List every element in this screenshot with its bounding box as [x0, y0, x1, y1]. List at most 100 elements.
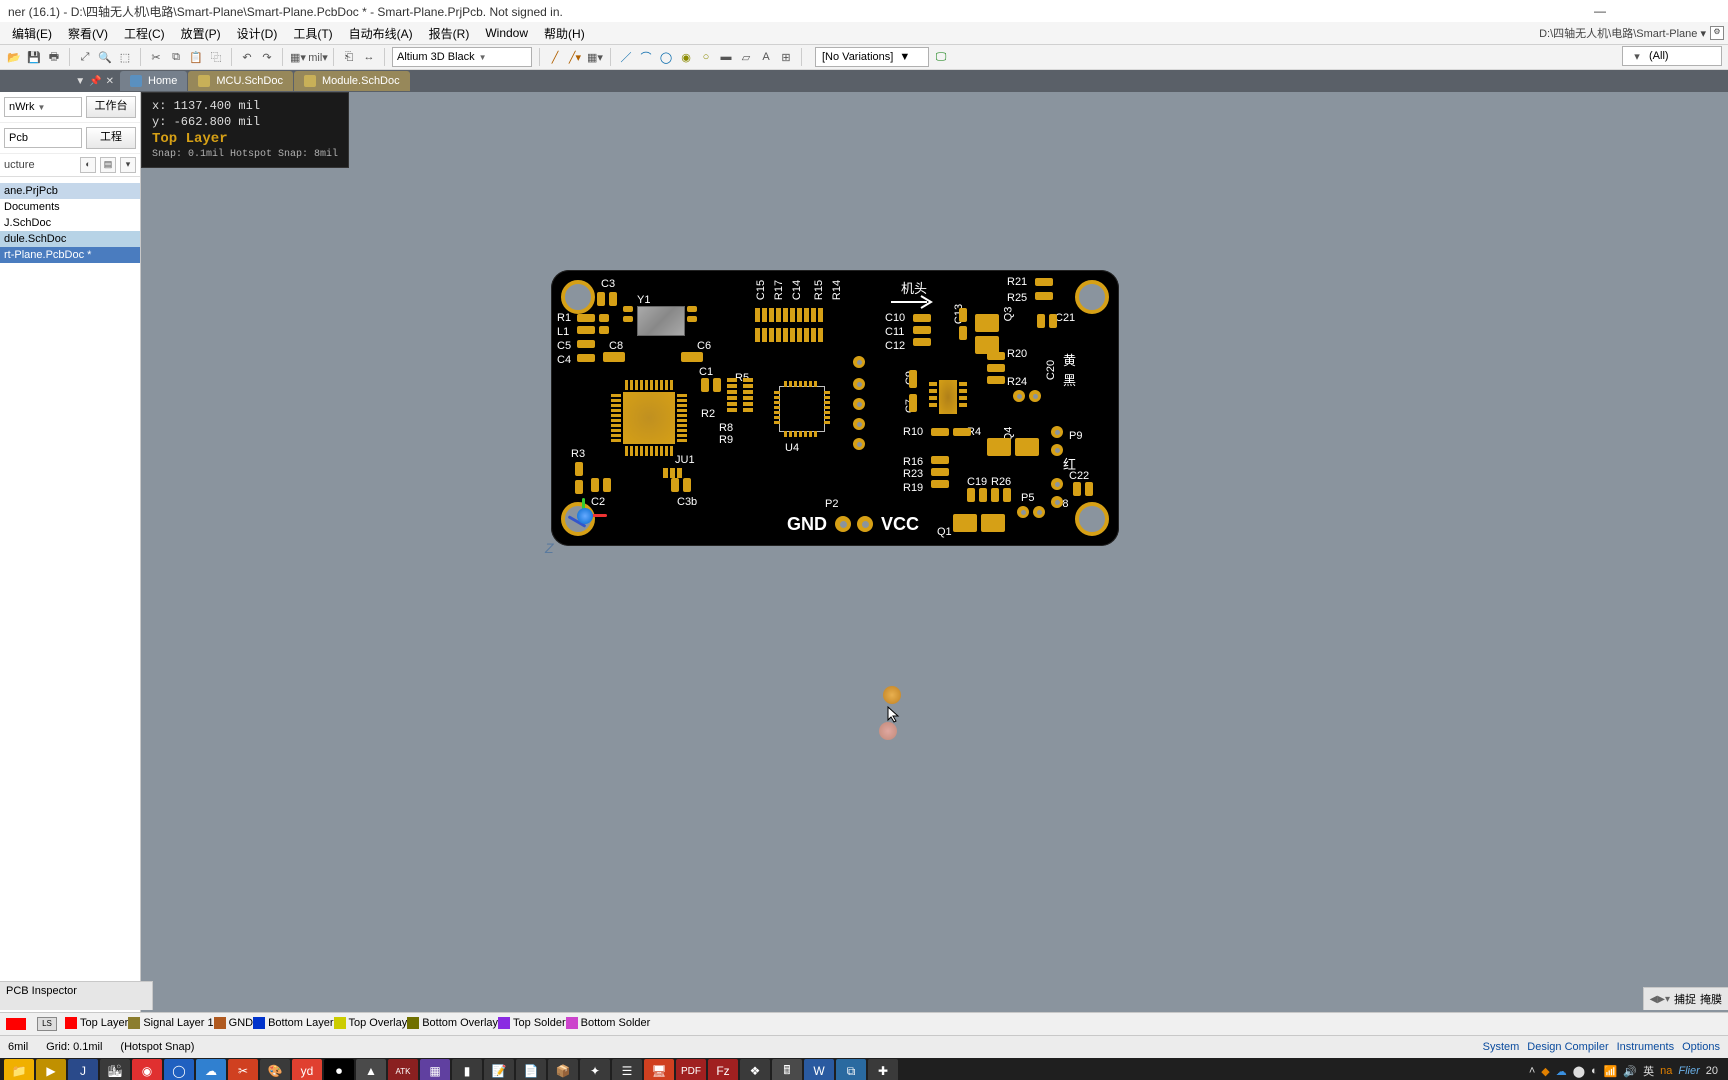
layer-tab-bottom-overlay[interactable]: Bottom Overlay	[407, 1017, 498, 1029]
snap-panel-tab[interactable]: 捕捉	[1674, 991, 1696, 1007]
project-button[interactable]: 工程	[86, 127, 136, 149]
taskbar-app-purple[interactable]: ▦	[420, 1059, 450, 1080]
taskbar-app-vscode[interactable]: ⧉	[836, 1059, 866, 1080]
place-component-icon[interactable]: ⊞	[778, 49, 794, 65]
redo-icon[interactable]: ↷	[259, 49, 275, 65]
menu-window[interactable]: Window	[477, 24, 536, 42]
route-diff-icon[interactable]: ╱▾	[567, 49, 583, 65]
menu-tools[interactable]: 工具(T)	[285, 23, 340, 44]
tree-item-documents[interactable]: Documents	[0, 199, 140, 215]
menu-edit[interactable]: 编辑(E)	[4, 23, 60, 44]
active-layer-swatch[interactable]	[6, 1018, 26, 1030]
taskbar-app-pkg[interactable]: 📦	[548, 1059, 578, 1080]
zoom-fit-icon[interactable]: ⤢	[77, 49, 93, 65]
variations-combo[interactable]: [No Variations]▼	[815, 47, 929, 67]
workspace-button[interactable]: 工作台	[86, 96, 136, 118]
tree-tool-2-icon[interactable]: ▤	[100, 157, 116, 173]
pin-nav-icon[interactable]: ◀▶▾	[1650, 994, 1670, 1005]
taskbar-app-misc[interactable]: ✚	[868, 1059, 898, 1080]
print-icon[interactable]: 🖶	[46, 49, 62, 65]
taskbar-app-jlink[interactable]: J	[68, 1059, 98, 1080]
tray-wifi-icon[interactable]: 📶	[1604, 1065, 1618, 1078]
tree-tool-1-icon[interactable]: ◐	[80, 157, 96, 173]
units-dropdown-icon[interactable]: mil▾	[310, 49, 326, 65]
place-arc-icon[interactable]: ⌒	[638, 49, 654, 65]
layer-set-button[interactable]: LS	[37, 1017, 57, 1031]
place-pad-icon[interactable]: ◉	[678, 49, 694, 65]
tree-item-pcb[interactable]: rt-Plane.PcbDoc *	[0, 247, 140, 263]
menu-project[interactable]: 工程(C)	[116, 23, 173, 44]
menu-autoroute[interactable]: 自动布线(A)	[341, 23, 421, 44]
layer-tab-signal-layer-1[interactable]: Signal Layer 1	[128, 1017, 213, 1029]
tray-app1-icon[interactable]: ◆	[1541, 1065, 1549, 1078]
grid-dropdown-icon[interactable]: ▦▾	[290, 49, 306, 65]
menu-help[interactable]: 帮助(H)	[536, 23, 593, 44]
taskbar-app-doc[interactable]: 📄	[516, 1059, 546, 1080]
taskbar-app-youdao[interactable]: yd	[292, 1059, 322, 1080]
dropdown-icon[interactable]: ▼	[75, 76, 85, 87]
monitor-icon[interactable]: 🖵	[933, 49, 949, 65]
mask-panel-tab[interactable]: 掩膜	[1700, 991, 1722, 1007]
layer-tab-top-layer[interactable]: Top Layer	[65, 1017, 128, 1029]
cut-icon[interactable]: ✂	[148, 49, 164, 65]
panel-system[interactable]: System	[1483, 1041, 1520, 1053]
place-poly-icon[interactable]: ▱	[738, 49, 754, 65]
pin-icon[interactable]: 📌	[89, 76, 101, 87]
tray-app2-icon[interactable]: ⬤	[1573, 1065, 1585, 1078]
zoom-area-icon[interactable]: 🔍	[97, 49, 113, 65]
save-icon[interactable]: 💾	[26, 49, 42, 65]
tray-cloud-icon[interactable]: ☁	[1556, 1065, 1567, 1078]
duplicate-icon[interactable]: ⿻	[208, 49, 224, 65]
layer-tab-gnd[interactable]: GND	[214, 1017, 253, 1029]
taskbar-app-record[interactable]: ⏺	[324, 1059, 354, 1080]
taskbar-app-calc[interactable]: 🖩	[772, 1059, 802, 1080]
tree-tool-dd-icon[interactable]: ▾	[120, 157, 136, 173]
taskbar-app-terminal[interactable]: ▮	[452, 1059, 482, 1080]
route-track-icon[interactable]: ╱	[547, 49, 563, 65]
open-icon[interactable]: 📂	[6, 49, 22, 65]
tray-ime[interactable]: 英	[1643, 1063, 1654, 1079]
align-dropdown-icon[interactable]: ▦▾	[587, 49, 603, 65]
tab-mcu-schdoc[interactable]: MCU.SchDoc	[188, 71, 293, 91]
view-mode-combo[interactable]: Altium 3D Black▼	[392, 47, 532, 67]
pcb-inspector-tab[interactable]: PCB Inspector	[0, 981, 153, 1010]
taskbar-app-paint[interactable]: 🎨	[260, 1059, 290, 1080]
taskbar-app-screenshot[interactable]: ✂	[228, 1059, 258, 1080]
system-tray[interactable]: ˄ ◆ ☁ ⬤ ◐ 📶 🔊 英 na Flier 20	[1529, 1063, 1724, 1079]
zoom-selected-icon[interactable]: ⬚	[117, 49, 133, 65]
taskbar-app-cloud[interactable]: ☁	[196, 1059, 226, 1080]
place-fill-icon[interactable]: ▬	[718, 49, 734, 65]
panel-instruments[interactable]: Instruments	[1617, 1041, 1674, 1053]
workspace-combo[interactable]: nWrk▼	[4, 97, 82, 117]
layer-tab-top-overlay[interactable]: Top Overlay	[334, 1017, 408, 1029]
minimize-button[interactable]: —	[1580, 0, 1620, 22]
tray-clock[interactable]: 20	[1706, 1065, 1718, 1077]
menu-reports[interactable]: 报告(R)	[421, 23, 478, 44]
taskbar-app-pdf[interactable]: PDF	[676, 1059, 706, 1080]
taskbar-app-filezilla[interactable]: Fz	[708, 1059, 738, 1080]
taskbar-app-word[interactable]: W	[804, 1059, 834, 1080]
panel-options[interactable]: Options	[1682, 1041, 1720, 1053]
taskbar-app-potplayer[interactable]: ▶	[36, 1059, 66, 1080]
taskbar-app-towers[interactable]: 🏙	[100, 1059, 130, 1080]
paste-icon[interactable]: 📋	[188, 49, 204, 65]
tray-volume-icon[interactable]: 🔊	[1623, 1065, 1637, 1078]
taskbar-app-list[interactable]: ☰	[612, 1059, 642, 1080]
place-string-icon[interactable]: A	[758, 49, 774, 65]
move-icon[interactable]: ↔	[361, 49, 377, 65]
tree-item-module-sch[interactable]: dule.SchDoc	[0, 231, 140, 247]
project-tree[interactable]: ane.PrjPcb Documents J.SchDoc dule.SchDo…	[0, 177, 140, 1012]
tray-chevron-icon[interactable]: ˄	[1529, 1065, 1535, 1077]
taskbar-app-edge[interactable]: ◯	[164, 1059, 194, 1080]
layer-tab-top-solder[interactable]: Top Solder	[498, 1017, 566, 1029]
filter-all-combo[interactable]: ▾ (All)	[1622, 46, 1722, 66]
place-fullarc-icon[interactable]: ◯	[658, 49, 674, 65]
tab-module-schdoc[interactable]: Module.SchDoc	[294, 71, 410, 91]
taskbar-app-atk[interactable]: ATK	[388, 1059, 418, 1080]
place-via-icon[interactable]: ○	[698, 49, 714, 65]
layer-tab-bottom-layer[interactable]: Bottom Layer	[253, 1017, 333, 1029]
browse-icon[interactable]: ⎗	[341, 49, 357, 65]
taskbar-app-vm[interactable]: 🖥	[644, 1059, 674, 1080]
pcb-3d-canvas[interactable]: x: 1137.400 mil y: -662.800 mil Top Laye…	[141, 92, 1728, 1012]
undo-icon[interactable]: ↶	[239, 49, 255, 65]
